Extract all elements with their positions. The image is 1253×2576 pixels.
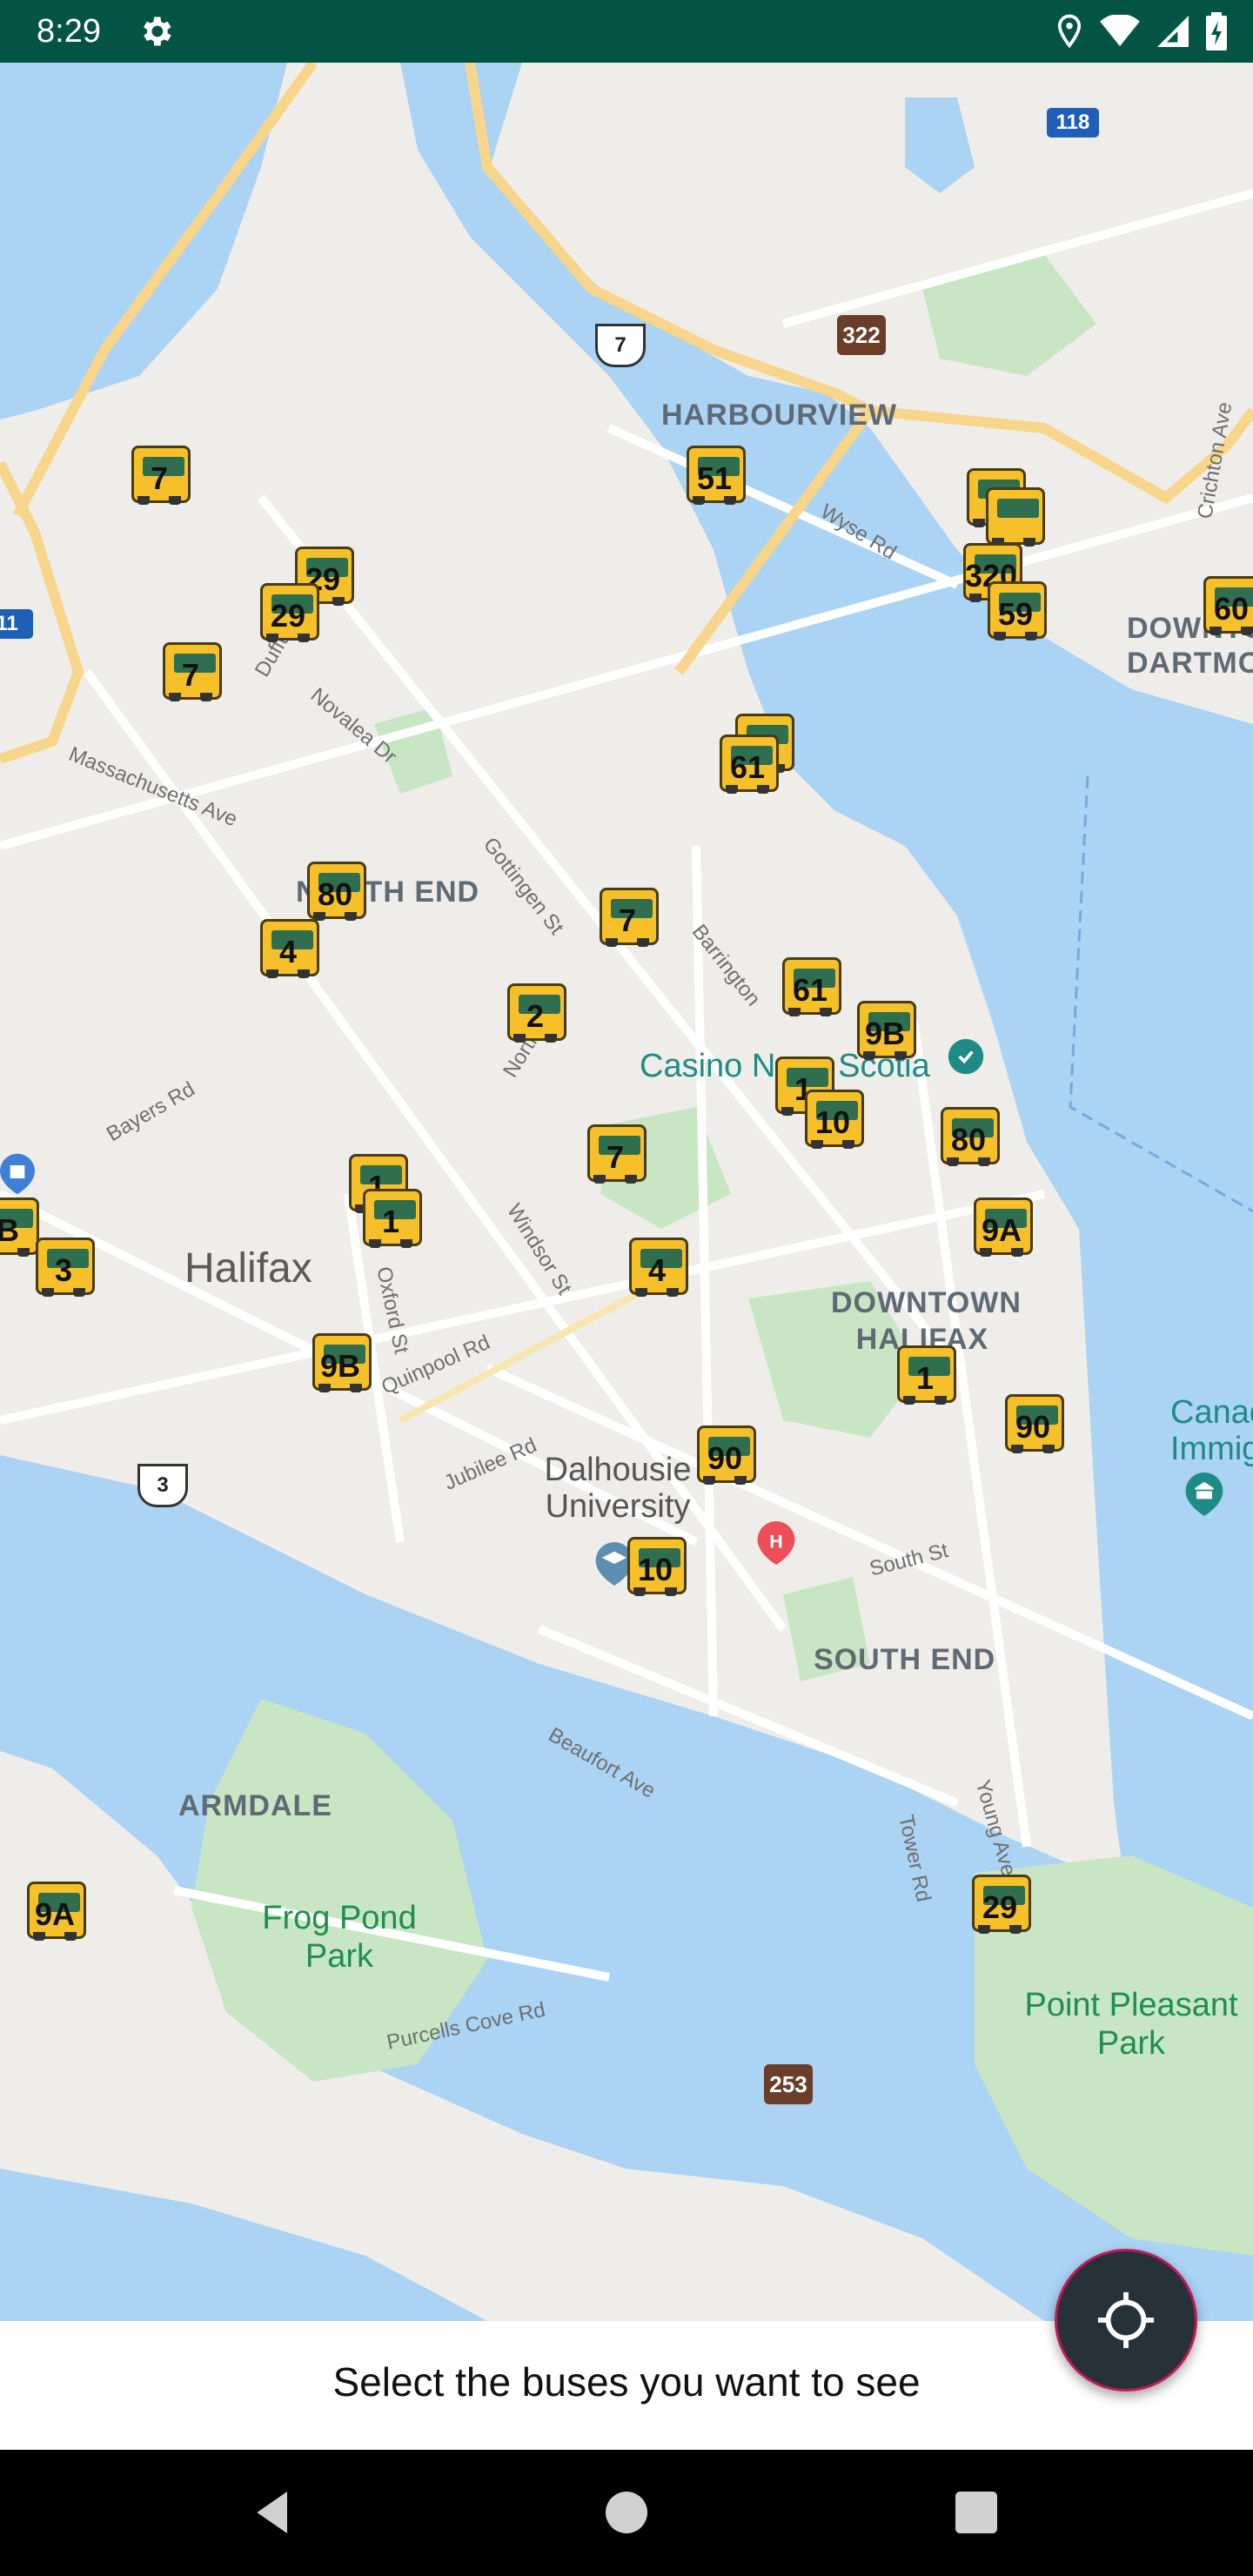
bus-marker[interactable]: 2: [505, 980, 566, 1044]
hospital-pin-icon: H: [757, 1521, 795, 1565]
bus-marker[interactable]: 4: [258, 916, 319, 980]
highway-shield-118: 118: [1047, 108, 1099, 138]
gear-icon: [144, 17, 171, 46]
bus-marker[interactable]: 61: [717, 731, 779, 795]
select-buses-prompt[interactable]: Select the buses you want to see: [0, 2358, 1253, 2406]
bus-marker[interactable]: 9B: [854, 997, 916, 1062]
bus-marker[interactable]: 1: [360, 1185, 422, 1250]
system-navigation-bar: [0, 2450, 1253, 2576]
status-bar: 8:29: [0, 0, 1253, 63]
label-south-end: SOUTH END: [814, 1643, 996, 1676]
bus-marker[interactable]: 9B: [310, 1330, 372, 1394]
bus-marker[interactable]: 10: [802, 1086, 864, 1150]
label-point-pleasant-park: Point Pleasant Park: [1024, 1987, 1238, 2062]
svg-text:H: H: [769, 1531, 782, 1552]
map-base: [0, 63, 1253, 2321]
bus-marker[interactable]: 9A: [971, 1194, 1033, 1258]
bus-marker[interactable]: 7: [585, 1121, 647, 1185]
museum-pin-icon: [1185, 1472, 1223, 1516]
route-shield-322: 322: [837, 315, 886, 355]
bus-marker[interactable]: 90: [1002, 1391, 1064, 1455]
label-dalhousie: Dalhousie University: [544, 1452, 692, 1525]
label-harbourview: HARBOURVIEW: [661, 399, 898, 432]
highway-shield-111: 11: [0, 609, 33, 639]
wifi-icon: [1100, 15, 1140, 47]
shopping-pin-icon: [0, 1153, 35, 1195]
label-halifax: Halifax: [184, 1245, 312, 1291]
map-view[interactable]: HARBOURVIEW DOWNTO DARTMO NORTH END Hali…: [0, 63, 1253, 2321]
route-shield-253: 253: [764, 2064, 813, 2104]
label-armdale: ARMDALE: [178, 1789, 332, 1822]
my-location-button[interactable]: [1055, 2249, 1197, 2392]
highway-shield-7: 7: [595, 324, 646, 367]
bus-marker[interactable]: 61: [780, 954, 841, 1018]
bus-marker[interactable]: 7: [160, 639, 222, 703]
label-canadian-immigration: Canad Immig: [1170, 1394, 1253, 1467]
bus-marker[interactable]: 51: [684, 442, 746, 506]
bus-marker[interactable]: 90: [694, 1422, 756, 1486]
bus-marker[interactable]: 7: [129, 442, 191, 506]
label-frog-pond-park: Frog Pond Park: [262, 1900, 417, 1975]
bus-marker[interactable]: 9A: [24, 1878, 86, 1942]
bus-marker[interactable]: 29: [969, 1871, 1031, 1935]
bus-marker[interactable]: 10: [625, 1533, 687, 1598]
back-icon[interactable]: [245, 2485, 301, 2540]
casino-pin-icon: [948, 1038, 984, 1075]
location-icon: [1057, 14, 1082, 49]
bus-marker[interactable]: 7: [597, 884, 659, 949]
bus-marker[interactable]: 4: [626, 1234, 688, 1298]
highway-shield-3: 3: [137, 1464, 188, 1507]
bus-marker[interactable]: [983, 484, 1045, 548]
bus-marker[interactable]: 59: [985, 578, 1047, 642]
home-icon[interactable]: [599, 2485, 654, 2540]
recents-icon[interactable]: [948, 2485, 1004, 2540]
bus-marker[interactable]: 80: [305, 858, 366, 922]
my-location-icon: [1097, 2291, 1155, 2349]
signal-icon: [1157, 16, 1189, 47]
status-time: 8:29: [37, 13, 101, 50]
bus-marker[interactable]: 29: [258, 580, 319, 644]
bus-marker[interactable]: 60: [1201, 573, 1253, 637]
battery-icon: [1206, 12, 1227, 50]
bus-marker[interactable]: 80: [938, 1104, 1000, 1168]
bus-marker[interactable]: 1: [895, 1342, 956, 1406]
bus-marker[interactable]: 3: [33, 1234, 95, 1298]
